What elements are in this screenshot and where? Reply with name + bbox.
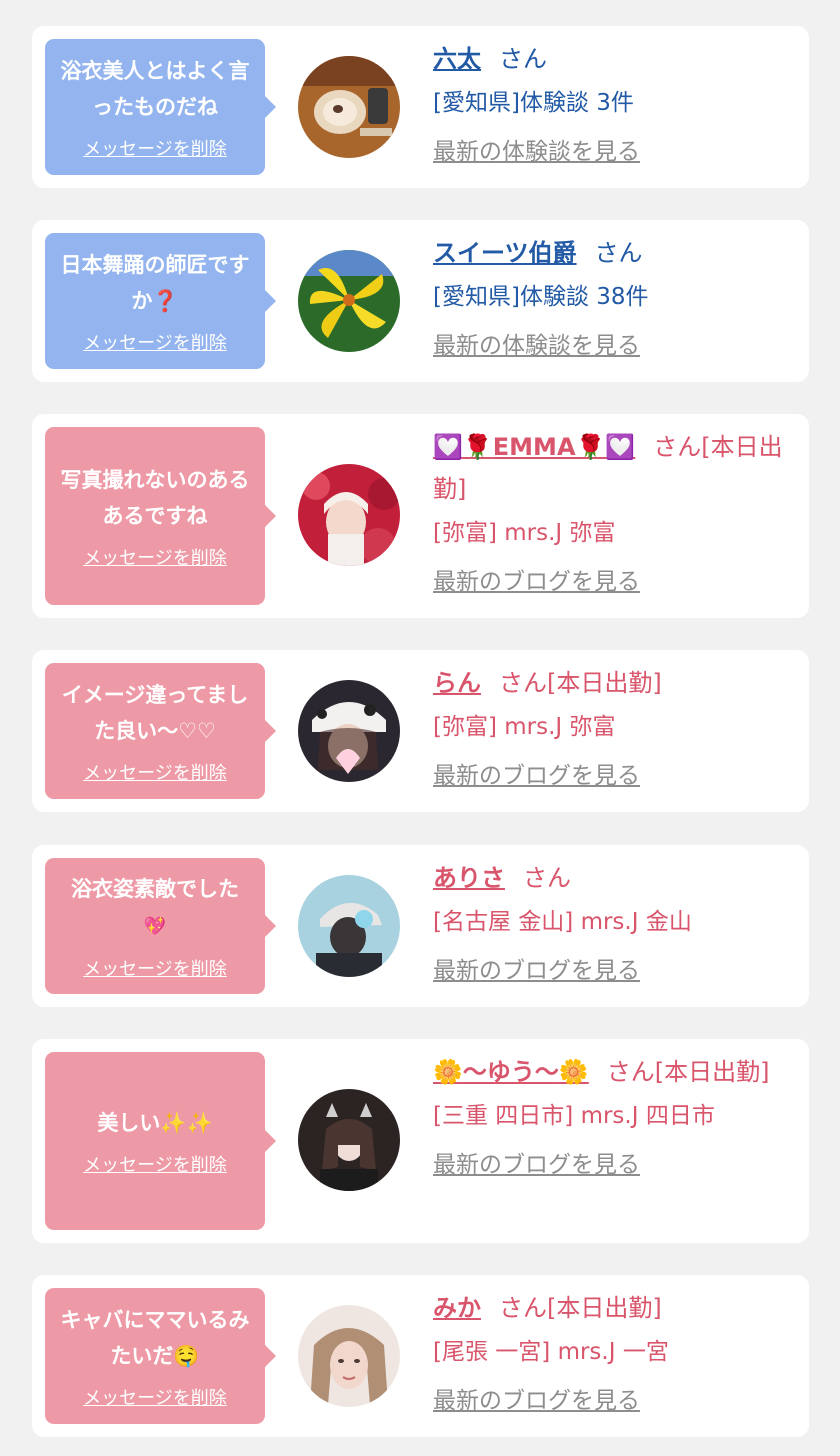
delete-message-link[interactable]: メッセージを削除 bbox=[83, 955, 227, 981]
message-text: 浴衣姿素敵でした 💖 bbox=[71, 877, 239, 937]
user-meta: [名古屋 金山] mrs.J 金山 bbox=[433, 909, 692, 935]
user-info: ありさ さん [名古屋 金山] mrs.J 金山 最新のブログを見る bbox=[433, 857, 793, 989]
message-text: イメージ違ってました良い〜♡♡ bbox=[61, 683, 249, 743]
avatar[interactable] bbox=[298, 464, 400, 566]
question-icon: ❓ bbox=[152, 289, 179, 313]
message-card: 浴衣美人とはよく言ったものだね メッセージを削除 六太 さん [愛知県]体験談 3… bbox=[32, 26, 809, 188]
message-text: 写真撮れないのあるあるですね bbox=[60, 468, 250, 528]
user-meta: [愛知県]体験談 38件 bbox=[433, 284, 649, 310]
message-bubble: 浴衣美人とはよく言ったものだね メッセージを削除 bbox=[45, 39, 276, 175]
view-latest-link[interactable]: 最新のブログを見る bbox=[433, 758, 640, 794]
avatar[interactable] bbox=[298, 680, 400, 782]
flower-icon: 🌼 bbox=[558, 1058, 589, 1086]
user-name-link[interactable]: 🌼〜ゆう〜🌼 bbox=[433, 1058, 589, 1086]
view-latest-link[interactable]: 最新のブログを見る bbox=[433, 564, 640, 600]
user-info: 六太 さん [愛知県]体験談 3件 最新の体験談を見る bbox=[433, 38, 793, 170]
message-bubble: 美しい✨✨ メッセージを削除 bbox=[45, 1052, 276, 1230]
sparkles-icon: ✨✨ bbox=[160, 1111, 213, 1135]
user-name-link[interactable]: 六太 bbox=[433, 45, 481, 73]
message-card: 浴衣姿素敵でした 💖 メッセージを削除 ありさ さん [名古屋 金山] mrs.J … bbox=[32, 845, 809, 1007]
user-info: らん さん[本日出勤] [弥富] mrs.J 弥富 最新のブログを見る bbox=[433, 662, 793, 794]
message-text: 日本舞踊の師匠ですか❓ bbox=[60, 253, 250, 313]
user-info: 🌼〜ゆう〜🌼 さん[本日出勤] [三重 四日市] mrs.J 四日市 最新のブログ… bbox=[433, 1051, 793, 1183]
message-card: 写真撮れないのあるあるですね メッセージを削除 💟🌹EMMA🌹💟 さん[本日出勤]… bbox=[32, 414, 809, 618]
delete-message-link[interactable]: メッセージを削除 bbox=[83, 544, 227, 570]
user-meta: [弥富] mrs.J 弥富 bbox=[433, 520, 616, 546]
message-list: 浴衣美人とはよく言ったものだね メッセージを削除 六太 さん [愛知県]体験談 3… bbox=[0, 0, 840, 1456]
user-name-link[interactable]: みか bbox=[433, 1294, 481, 1322]
view-latest-link[interactable]: 最新のブログを見る bbox=[433, 953, 640, 989]
rose-icon: 🌹 bbox=[462, 433, 493, 461]
view-latest-link[interactable]: 最新のブログを見る bbox=[433, 1383, 640, 1419]
rose-icon: 🌹 bbox=[575, 433, 606, 461]
avatar[interactable] bbox=[298, 875, 400, 977]
view-latest-link[interactable]: 最新のブログを見る bbox=[433, 1147, 640, 1183]
user-meta: [愛知県]体験談 3件 bbox=[433, 90, 634, 116]
message-card: 日本舞踊の師匠ですか❓ メッセージを削除 スイーツ伯爵 さん [愛知県]体験談 3… bbox=[32, 220, 809, 382]
message-card: キャバにママいるみたいだ🤤 メッセージを削除 みか さん[本日出勤] [尾張 一宮… bbox=[32, 1275, 809, 1437]
view-latest-link[interactable]: 最新の体験談を見る bbox=[433, 328, 640, 364]
user-meta: [三重 四日市] mrs.J 四日市 bbox=[433, 1103, 715, 1129]
user-meta: [弥富] mrs.J 弥富 bbox=[433, 714, 616, 740]
user-meta: [尾張 一宮] mrs.J 一宮 bbox=[433, 1339, 669, 1365]
avatar[interactable] bbox=[298, 250, 400, 352]
view-latest-link[interactable]: 最新の体験談を見る bbox=[433, 134, 640, 170]
honorific: さん bbox=[594, 239, 643, 267]
message-bubble: キャバにママいるみたいだ🤤 メッセージを削除 bbox=[45, 1288, 276, 1424]
heart-icon: 💟 bbox=[605, 433, 636, 461]
message-bubble: 日本舞踊の師匠ですか❓ メッセージを削除 bbox=[45, 233, 276, 369]
message-text: 浴衣美人とはよく言ったものだね bbox=[60, 59, 250, 119]
message-bubble: イメージ違ってました良い〜♡♡ メッセージを削除 bbox=[45, 663, 276, 799]
message-bubble: 写真撮れないのあるあるですね メッセージを削除 bbox=[45, 427, 276, 605]
honorific: さん bbox=[499, 45, 547, 73]
delete-message-link[interactable]: メッセージを削除 bbox=[83, 1151, 227, 1177]
delete-message-link[interactable]: メッセージを削除 bbox=[83, 759, 227, 785]
user-name-link[interactable]: ありさ bbox=[433, 864, 505, 892]
honorific: さん[本日出勤] bbox=[499, 669, 662, 697]
user-name-link[interactable]: らん bbox=[433, 669, 481, 697]
user-name-link[interactable]: 💟🌹EMMA🌹💟 bbox=[433, 433, 635, 461]
delete-message-link[interactable]: メッセージを削除 bbox=[83, 135, 227, 161]
user-name-link[interactable]: スイーツ伯爵 bbox=[433, 239, 577, 267]
message-card: 美しい✨✨ メッセージを削除 🌼〜ゆう〜🌼 さん[本日出勤] [三重 四日市] m… bbox=[32, 1039, 809, 1243]
avatar[interactable] bbox=[298, 56, 400, 158]
message-card: イメージ違ってました良い〜♡♡ メッセージを削除 らん さん[本日出勤] [弥富]… bbox=[32, 650, 809, 812]
message-bubble: 浴衣姿素敵でした 💖 メッセージを削除 bbox=[45, 858, 276, 994]
sparkling-heart-icon: 💖 bbox=[143, 916, 167, 937]
avatar[interactable] bbox=[298, 1305, 400, 1407]
honorific: さん[本日出勤] bbox=[606, 1058, 770, 1086]
message-text: 美しい✨✨ bbox=[97, 1111, 213, 1135]
drooling-face-icon: 🤤 bbox=[173, 1344, 200, 1368]
flower-icon: 🌼 bbox=[433, 1058, 463, 1086]
honorific: さん[本日出勤] bbox=[499, 1294, 662, 1322]
delete-message-link[interactable]: メッセージを削除 bbox=[83, 329, 227, 355]
message-text: キャバにママいるみたいだ🤤 bbox=[60, 1308, 250, 1368]
user-info: スイーツ伯爵 さん [愛知県]体験談 38件 最新の体験談を見る bbox=[433, 232, 793, 364]
user-info: 💟🌹EMMA🌹💟 さん[本日出勤] [弥富] mrs.J 弥富 最新のブログを見る bbox=[433, 426, 793, 600]
heart-icon: 💟 bbox=[433, 433, 463, 461]
honorific: さん bbox=[523, 864, 571, 892]
delete-message-link[interactable]: メッセージを削除 bbox=[83, 1384, 227, 1410]
user-info: みか さん[本日出勤] [尾張 一宮] mrs.J 一宮 最新のブログを見る bbox=[433, 1287, 793, 1419]
avatar[interactable] bbox=[298, 1089, 400, 1191]
